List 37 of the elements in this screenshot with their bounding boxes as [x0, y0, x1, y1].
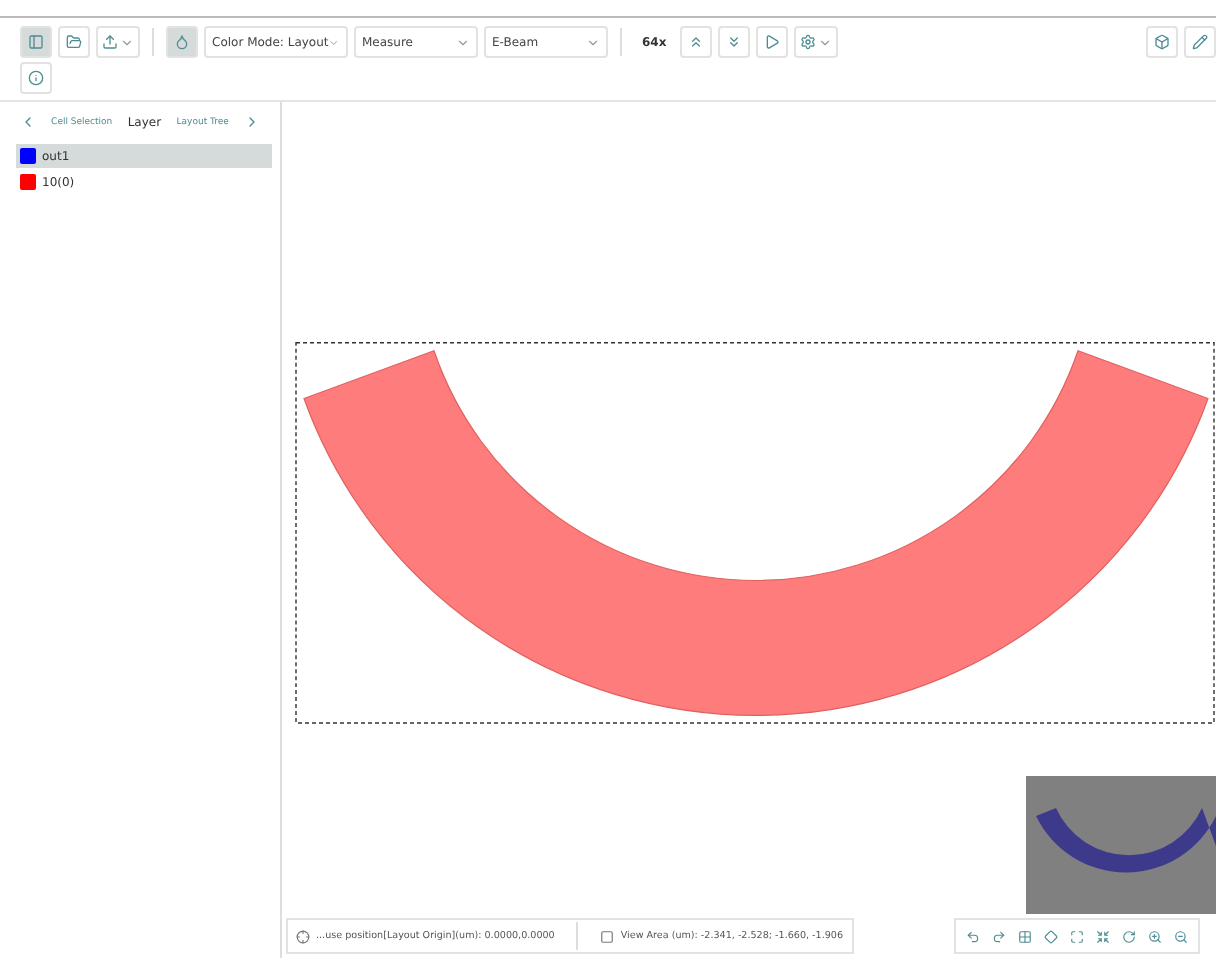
box-button[interactable] — [1146, 26, 1178, 58]
view-area-icon — [600, 929, 615, 943]
play-button[interactable] — [756, 26, 789, 58]
refresh-icon[interactable] — [1121, 929, 1136, 943]
droplet-icon — [174, 34, 190, 50]
redo-icon[interactable] — [991, 929, 1006, 943]
info-button[interactable] — [20, 62, 52, 94]
box-icon — [1154, 34, 1170, 50]
caret-icon — [456, 35, 470, 49]
folder-icon — [66, 34, 82, 50]
diamond-icon[interactable] — [1043, 929, 1058, 943]
zoom-in-icon[interactable] — [1147, 929, 1162, 943]
droplet-button[interactable] — [166, 26, 198, 58]
pencil-button[interactable] — [1184, 26, 1216, 58]
minimap[interactable] — [1026, 776, 1216, 914]
chevrons-down-button[interactable] — [718, 26, 751, 58]
settings-icon — [800, 34, 817, 50]
upload-icon — [102, 34, 118, 50]
chevrons-down-icon — [726, 34, 743, 50]
upload-button[interactable] — [96, 26, 140, 58]
folder-button[interactable] — [58, 26, 90, 58]
grid-icon[interactable] — [1017, 929, 1032, 943]
chevrons-up-button[interactable] — [680, 26, 713, 58]
pencil-icon — [1192, 34, 1208, 50]
caret-icon — [328, 35, 340, 49]
zoom-out-icon[interactable] — [1173, 929, 1188, 943]
settings-button[interactable] — [794, 26, 839, 58]
info-icon — [28, 70, 44, 86]
sidebar-icon — [28, 34, 44, 50]
fit-icon[interactable] — [1069, 929, 1084, 943]
shrink-icon[interactable] — [1095, 929, 1110, 943]
crosshair-icon — [296, 929, 310, 943]
sidebar-button[interactable] — [20, 26, 52, 58]
undo-icon[interactable] — [965, 929, 980, 943]
play-icon — [764, 34, 781, 50]
chevrons-up-icon — [688, 34, 705, 50]
caret-icon — [586, 35, 600, 49]
